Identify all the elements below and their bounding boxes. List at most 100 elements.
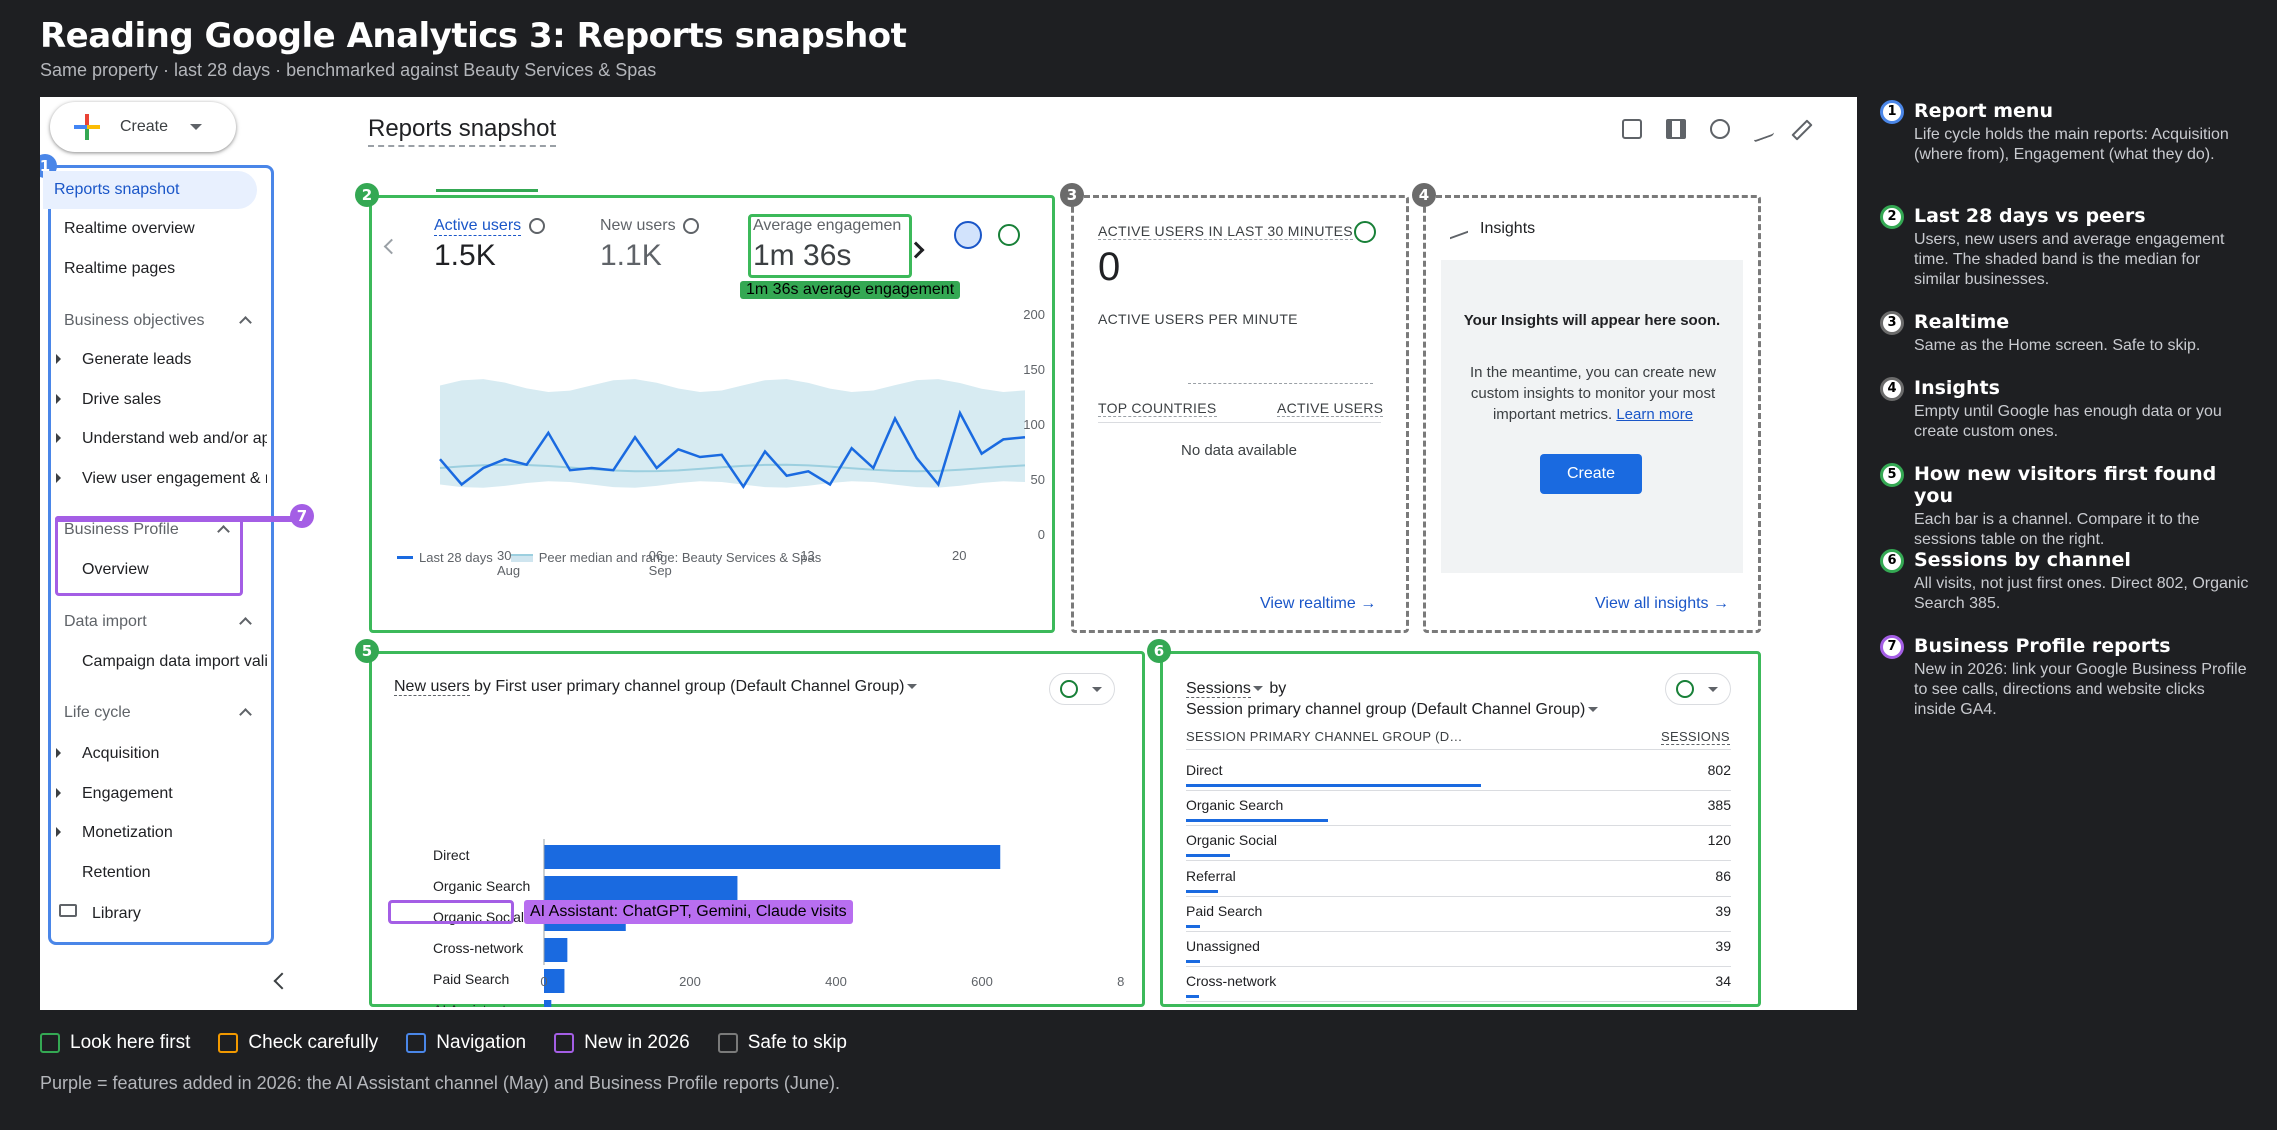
top-countries-header: TOP COUNTRIES [1098, 400, 1217, 417]
expand-arrow-icon[interactable] [56, 433, 61, 443]
x-tick-label: 0 [540, 974, 547, 989]
badge-6: 6 [1147, 639, 1171, 663]
expand-arrow-icon[interactable] [56, 748, 61, 758]
realtime-per-minute: ACTIVE USERS PER MINUTE [1098, 311, 1298, 327]
annotation-1: 1 Report menu Life cycle holds the main re… [1880, 100, 2250, 165]
create-insight-button[interactable]: Create [1540, 454, 1642, 494]
table-row[interactable]: Referral 86 [1186, 868, 1731, 902]
legend-label: Look here first [70, 1032, 191, 1053]
sidebar-item-campaign-import[interactable]: Campaign data import valida… [82, 653, 267, 671]
sidebar-item-engagement[interactable]: Engagement [82, 785, 322, 803]
collapse-sidebar-icon[interactable] [273, 972, 291, 990]
sidebar-item-realtime-overview[interactable]: Realtime overview [64, 220, 304, 238]
table-row[interactable]: Unassigned 39 [1186, 938, 1731, 972]
y-tick-label: 0 [1038, 527, 1045, 542]
channel-name: Direct [1186, 762, 1223, 778]
sessions-bar [1186, 889, 1218, 893]
check-icon[interactable] [998, 224, 1020, 246]
legend-item: Navigation [406, 1032, 526, 1054]
benchmark-icon[interactable] [954, 221, 982, 249]
footnote: Purple = features added in 2026: the AI … [40, 1073, 840, 1093]
insights-trend-icon[interactable] [1754, 115, 1774, 143]
view-all-insights-link[interactable]: View all insights → [1595, 595, 1729, 613]
sidebar-item-reports-snapshot[interactable]: Reports snapshot [43, 171, 257, 209]
x-tick-label: 600 [971, 974, 993, 989]
legend-label: Check carefully [248, 1032, 379, 1053]
x-tick-label: 200 [679, 974, 701, 989]
page-title: Reading Google Analytics 3: Reports snap… [40, 16, 907, 56]
customize-report-icon[interactable] [1622, 119, 1642, 139]
dropdown-caret-icon [1588, 707, 1599, 713]
legend-item: Safe to skip [717, 1032, 847, 1054]
bar[interactable] [544, 876, 738, 900]
sidebar-section-business-profile[interactable]: Business Profile [64, 521, 232, 539]
sidebar-item-understand[interactable]: Understand web and/or app t… [82, 430, 267, 448]
legend-swatch [218, 1033, 239, 1053]
sidebar-item-realtime-pages[interactable]: Realtime pages [64, 260, 304, 278]
annotation-text: Each bar is a channel. Compare it to the… [1914, 511, 2200, 548]
expand-arrow-icon[interactable] [56, 788, 61, 798]
new-users-bar-chart: DirectOrganic SearchOrganic SocialCross-… [433, 839, 1125, 1007]
card-options-button[interactable] [1049, 673, 1115, 705]
badge-5: 5 [355, 639, 379, 663]
avg-engagement-label[interactable]: Average engagemen [753, 217, 911, 235]
expand-arrow-icon[interactable] [56, 394, 61, 404]
sidebar-section-business-objectives[interactable]: Business objectives [64, 312, 254, 330]
sidebar-section-data-import[interactable]: Data import [64, 613, 254, 631]
sessions-title: Sessions by Session primary channel group… [1186, 678, 1599, 720]
table-row[interactable]: Cross-network 34 [1186, 973, 1731, 1007]
table-row[interactable]: Direct 802 [1186, 762, 1731, 796]
badge-2: 2 [1880, 205, 1904, 229]
new-users-label[interactable]: New users [600, 217, 676, 235]
dropdown-caret-icon [1252, 686, 1263, 692]
table-row[interactable]: Paid Search 39 [1186, 903, 1731, 937]
ai-assistant-note: AI Assistant: ChatGPT, Gemini, Claude vi… [524, 900, 853, 924]
share-icon[interactable] [1710, 119, 1730, 139]
sidebar-item-library[interactable]: Library [92, 905, 332, 923]
badge-1: 1 [1880, 100, 1904, 124]
sessions-bar [1186, 924, 1201, 928]
x-tick-label: 20 [952, 548, 966, 563]
learn-more-link[interactable]: Learn more [1616, 406, 1693, 423]
legend-last-28-days: Last 28 days [419, 550, 493, 565]
sidebar-item-view-engagement[interactable]: View user engagement & rete… [82, 470, 267, 488]
help-icon[interactable] [683, 218, 699, 234]
sidebar-item-acquisition[interactable]: Acquisition [82, 745, 322, 763]
view-realtime-link[interactable]: View realtime → [1260, 595, 1376, 613]
help-icon[interactable] [529, 218, 545, 234]
channel-name: Organic Search [1186, 797, 1284, 814]
badge-4: 4 [1880, 377, 1904, 401]
sessions-value: 120 [1707, 832, 1731, 849]
bar[interactable] [544, 1000, 552, 1007]
x-tick-month: Sep [649, 563, 672, 578]
sidebar-item-retention[interactable]: Retention [82, 864, 322, 882]
expand-arrow-icon[interactable] [56, 827, 61, 837]
edit-pencil-icon[interactable] [1791, 119, 1813, 141]
acq-title: New users by First user primary channel … [394, 678, 918, 696]
badge-2: 2 [355, 183, 379, 207]
expand-arrow-icon[interactable] [56, 473, 61, 483]
sidebar-item-overview[interactable]: Overview [82, 561, 322, 579]
legend-swatch [40, 1033, 60, 1053]
active-users-value: 1.5K [434, 239, 496, 272]
expand-arrow-icon[interactable] [56, 354, 61, 364]
chevron-up-icon [217, 525, 230, 538]
sessions-bar [1186, 995, 1199, 999]
card-options-button[interactable] [1665, 673, 1731, 705]
sidebar-item-drive-sales[interactable]: Drive sales [82, 391, 267, 409]
bar[interactable] [544, 938, 568, 962]
annotation-title: Report menu [1914, 100, 2053, 122]
active-users-label[interactable]: Active users [434, 217, 522, 236]
compare-icon[interactable] [1666, 119, 1686, 139]
sidebar-item-generate-leads[interactable]: Generate leads [82, 351, 267, 369]
sidebar-section-life-cycle[interactable]: Life cycle [64, 704, 254, 722]
check-icon[interactable] [1354, 221, 1376, 243]
table-row[interactable]: Organic Social 120 [1186, 832, 1731, 866]
bar[interactable] [544, 845, 1001, 869]
sidebar-item-monetization[interactable]: Monetization [82, 824, 322, 842]
create-button[interactable]: Create [50, 102, 236, 152]
annotation-7: 7 Business Profile reports New in 2026: li… [1880, 635, 2250, 720]
annotation-4: 4 Insights Empty until Google has enough d… [1880, 377, 2250, 442]
table-row[interactable]: Organic Search 385 [1186, 797, 1731, 831]
color-legend: Look here first Check carefully Navigation… [40, 1032, 847, 1054]
